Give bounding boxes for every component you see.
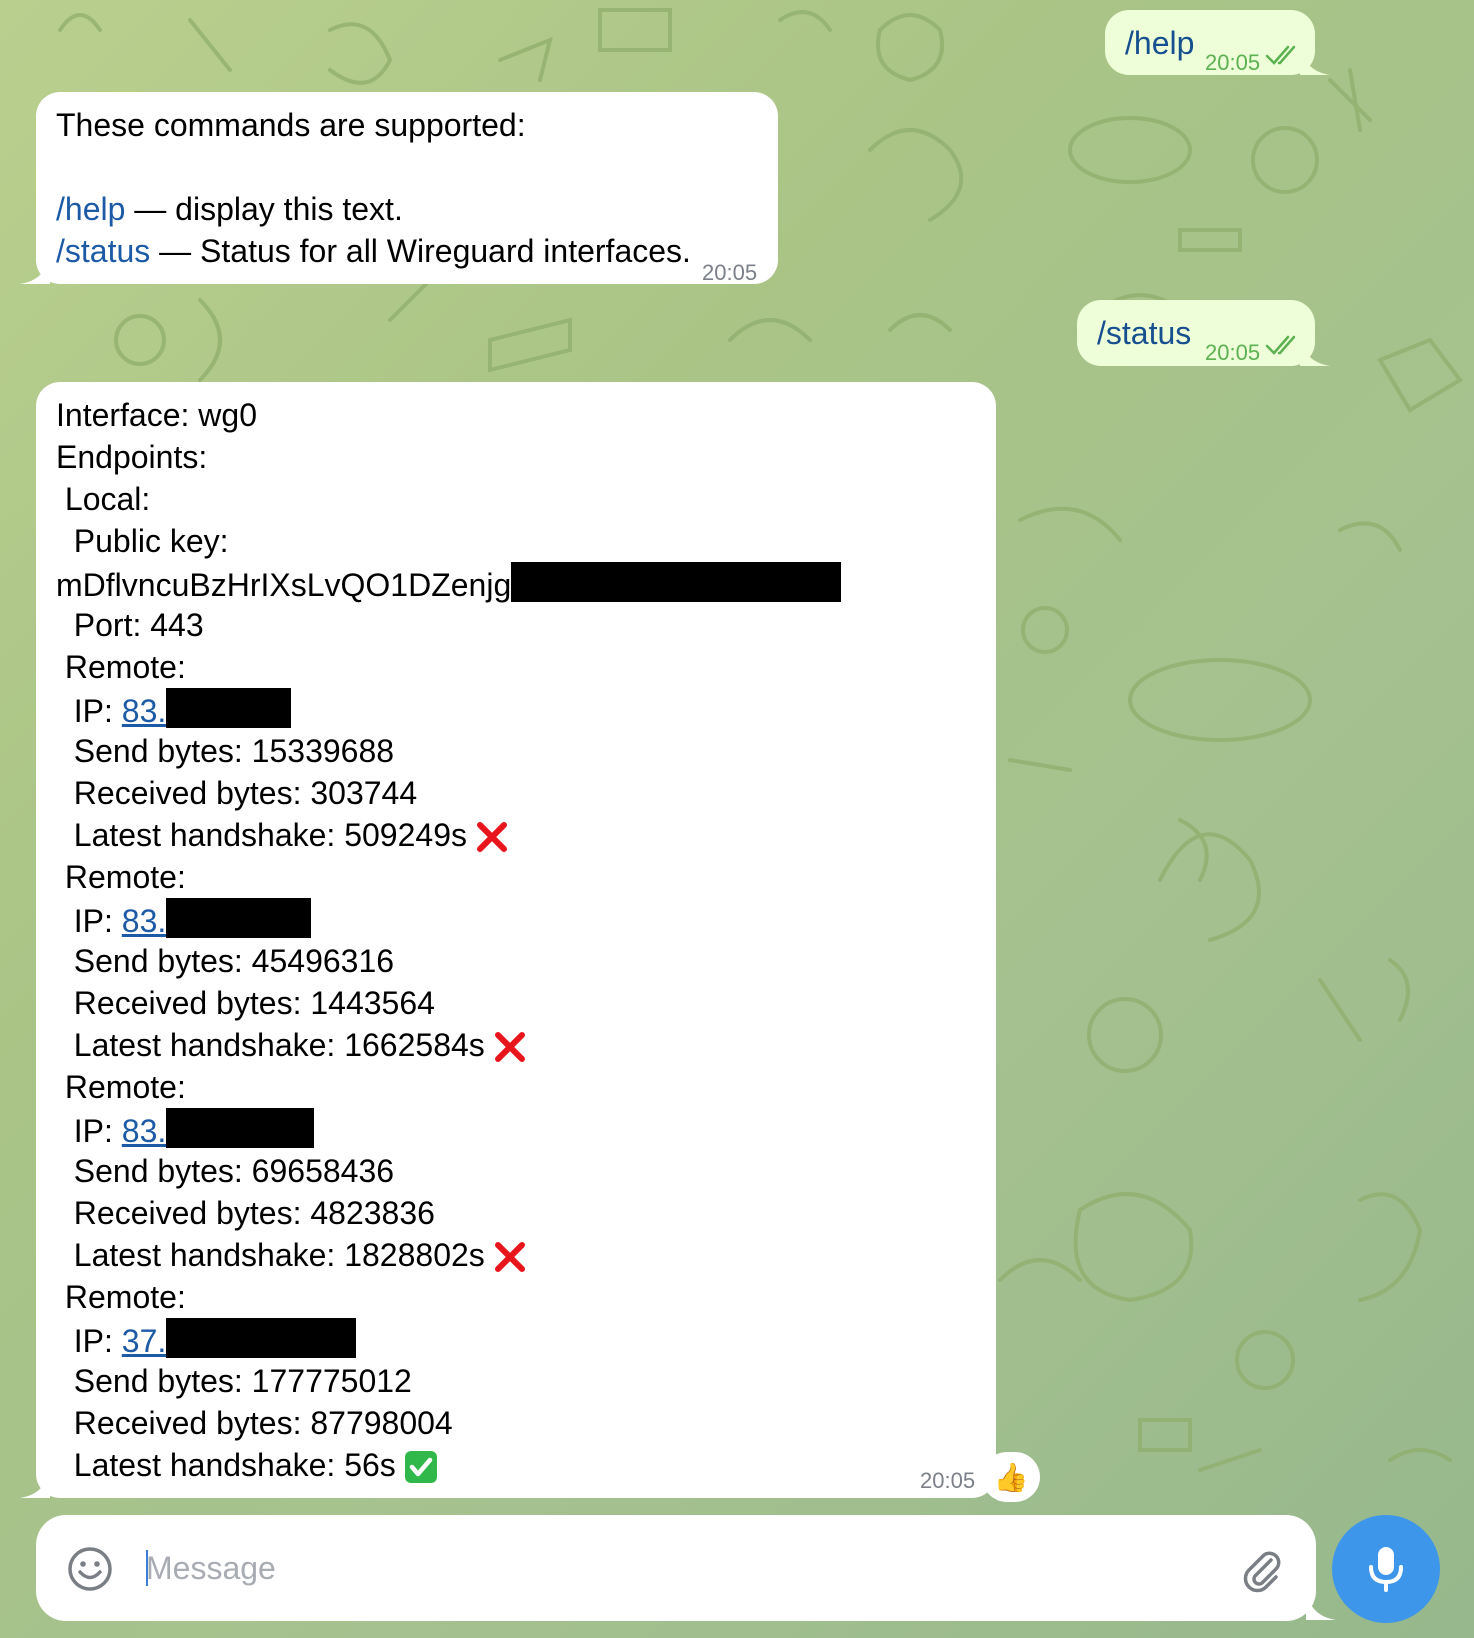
received-bytes-line: Received bytes: 1443564	[56, 985, 435, 1021]
handshake-text: Latest handshake: 509249s	[56, 817, 467, 853]
public-key-value: mDflvncuBzHrIXsLvQO1DZenjg	[56, 562, 842, 604]
command-description: — display this text.	[125, 191, 403, 227]
bubble-tail	[20, 254, 50, 284]
bubble-tail	[1300, 45, 1330, 75]
remote-label: Remote:	[56, 1279, 186, 1315]
send-bytes-line: Send bytes: 45496316	[56, 943, 395, 979]
remote-label: Remote:	[56, 649, 186, 685]
bubble-tail	[20, 1468, 50, 1498]
incoming-message-help-text[interactable]: These commands are supported: /help — di…	[36, 92, 778, 285]
redaction-block	[166, 688, 292, 728]
remote-ip-line: IP: 83.	[56, 898, 841, 940]
message-text: /status	[1097, 315, 1192, 351]
paperclip-icon[interactable]	[1238, 1546, 1286, 1594]
received-bytes-line: Received bytes: 87798004	[56, 1405, 453, 1441]
message-line-empty	[56, 146, 691, 188]
message-line: /status — Status for all Wireguard inter…	[56, 230, 691, 272]
port-line: Port: 443	[56, 607, 204, 643]
send-bytes-line: Send bytes: 15339688	[56, 733, 395, 769]
remote-label: Remote:	[56, 1069, 186, 1105]
handshake-text: Latest handshake: 1662584s	[56, 1027, 485, 1063]
help-command-link[interactable]: /help	[56, 191, 125, 227]
endpoints-label: Endpoints:	[56, 439, 208, 475]
send-bytes-line: Send bytes: 177775012	[56, 1363, 412, 1399]
public-key-visible-part: mDflvncuBzHrIXsLvQO1DZenjg	[56, 567, 512, 603]
message-time: 20:05	[1205, 50, 1261, 75]
handshake-line: Latest handshake: 1662584s	[56, 1024, 841, 1066]
ip-label: IP:	[56, 1323, 122, 1359]
handshake-line: Latest handshake: 509249s	[56, 814, 841, 856]
message-time: 20:05	[920, 1468, 976, 1493]
received-bytes-line: Received bytes: 303744	[56, 775, 418, 811]
handshake-text: Latest handshake: 1828802s	[56, 1237, 485, 1273]
handshake-line: Latest handshake: 1828802s	[56, 1234, 841, 1276]
remote-ip-line: IP: 83.	[56, 688, 841, 730]
send-bytes-line: Send bytes: 69658436	[56, 1153, 395, 1189]
bubble-tail	[1300, 336, 1330, 366]
check-mark-button-icon	[404, 1451, 437, 1483]
outgoing-message-help[interactable]: /help 20:05	[1105, 10, 1315, 75]
ip-label: IP:	[56, 693, 122, 729]
remote-ip-line: IP: 83.	[56, 1108, 841, 1150]
command-description: — Status for all Wireguard interfaces.	[150, 233, 691, 269]
status-command-link[interactable]: /status	[56, 233, 150, 269]
handshake-line: Latest handshake: 56s	[56, 1444, 841, 1486]
outgoing-message-status[interactable]: /status 20:05	[1077, 300, 1315, 366]
public-key-label: Public key:	[56, 523, 229, 559]
message-time: 20:05	[1205, 340, 1261, 365]
double-check-icon	[1265, 45, 1296, 65]
redaction-block	[511, 562, 842, 602]
interface-line: Interface: wg0	[56, 397, 257, 433]
message-line: /help — display this text.	[56, 188, 691, 230]
ip-label: IP:	[56, 903, 122, 939]
composer-tail	[1306, 1590, 1336, 1620]
cross-mark-icon	[494, 1242, 525, 1272]
ip-label: IP:	[56, 1113, 122, 1149]
received-bytes-line: Received bytes: 4823836	[56, 1195, 435, 1231]
smile-icon[interactable]	[66, 1545, 114, 1593]
redaction-block	[166, 898, 312, 938]
message-text: /help	[1125, 25, 1195, 61]
double-check-icon	[1265, 335, 1296, 355]
handshake-text: Latest handshake: 56s	[56, 1447, 396, 1483]
remote-ip-line: IP: 37.	[56, 1318, 841, 1360]
message-input[interactable]	[146, 1540, 1146, 1596]
ip-link[interactable]: 83.	[122, 693, 166, 729]
message-line: These commands are supported:	[56, 107, 526, 143]
microphone-icon	[1369, 1547, 1403, 1592]
text-caret	[146, 1550, 148, 1586]
thumbs-up-reaction[interactable]: 👍	[982, 1452, 1040, 1502]
redaction-block	[166, 1108, 315, 1148]
cross-mark-icon	[476, 822, 507, 852]
ip-link[interactable]: 37.	[122, 1323, 166, 1359]
ip-link[interactable]: 83.	[122, 903, 166, 939]
thumbs-up-icon: 👍	[993, 1461, 1029, 1493]
ip-link[interactable]: 83.	[122, 1113, 166, 1149]
incoming-message-status-report[interactable]: Interface: wg0 Endpoints: Local: Public …	[36, 382, 996, 1498]
message-time: 20:05	[702, 260, 758, 285]
redaction-block	[166, 1318, 357, 1358]
local-label: Local:	[56, 481, 151, 517]
microphone-button[interactable]	[1332, 1515, 1440, 1623]
cross-mark-icon	[494, 1032, 525, 1062]
remote-label: Remote:	[56, 859, 186, 895]
